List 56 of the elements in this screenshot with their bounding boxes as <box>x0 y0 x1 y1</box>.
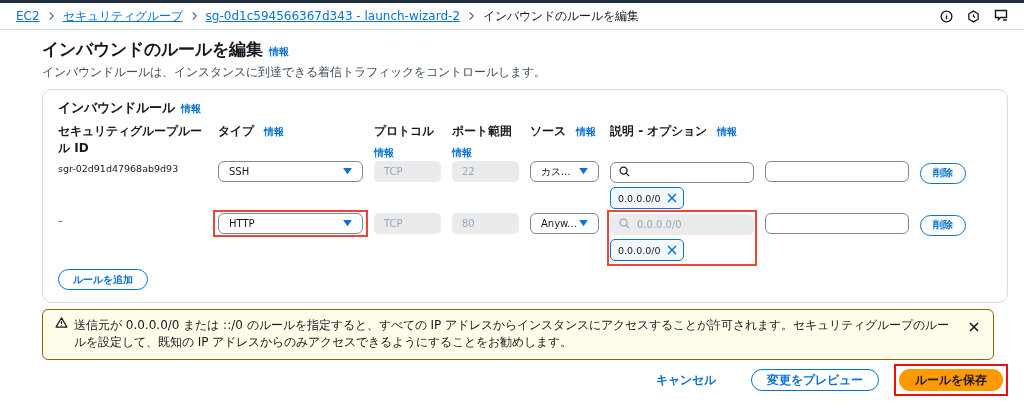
chevron-right-icon <box>47 11 55 21</box>
breadcrumb-current: インバウンドのルールを編集 <box>483 7 640 25</box>
warning-text: 送信元が 0.0.0.0/0 または ::/0 のルールを指定すると、すべての IP アドレスからインスタンスにアクセスすることが許可されます。セキュリティグループのルールを設定して、既知の IP アドレスからのみアクセスできるようにすることをお勧めします。 <box>74 317 951 352</box>
clock-icon[interactable] <box>967 9 980 23</box>
port-field: 22 <box>452 161 519 182</box>
search-icon <box>619 166 630 177</box>
chevron-right-icon <box>468 11 476 21</box>
info-link[interactable]: 情報 <box>269 45 289 59</box>
caret-down-icon <box>579 220 588 227</box>
preview-button[interactable]: 変更をプレビュー <box>751 369 879 392</box>
rule-id: – <box>58 214 64 226</box>
breadcrumb-link[interactable]: sg-0d1c594566367d343 - launch-wizard-2 <box>205 9 461 23</box>
column-header: ソース <box>530 123 566 140</box>
info-icon[interactable] <box>940 9 953 23</box>
protocol-field: TCP <box>374 161 441 182</box>
info-link[interactable]: 情報 <box>576 125 596 139</box>
info-link[interactable]: 情報 <box>374 146 394 160</box>
page-title: インバウンドのルールを編集 <box>42 38 263 61</box>
caret-down-icon <box>343 168 352 175</box>
description-field[interactable] <box>765 213 909 234</box>
column-header: プロトコル <box>374 123 434 140</box>
token-label: 0.0.0.0/0 <box>618 244 661 256</box>
delete-button[interactable]: 削除 <box>920 162 966 184</box>
panel-title: インバウンドルール <box>58 99 175 117</box>
add-rule-button[interactable]: ルールを追加 <box>58 269 148 290</box>
column-header: 説明 - オプション <box>610 123 708 140</box>
type-select[interactable]: HTTP <box>218 213 363 234</box>
feedback-icon[interactable] <box>994 9 1008 23</box>
search-icon <box>619 218 630 229</box>
warning-icon <box>55 317 68 328</box>
close-icon[interactable] <box>969 322 979 332</box>
type-select[interactable]: SSH <box>218 161 363 182</box>
port-field: 80 <box>452 213 519 234</box>
token-label: 0.0.0.0/0 <box>618 192 661 204</box>
source-select[interactable]: カス... <box>530 161 599 182</box>
breadcrumb-link[interactable]: セキュリティグループ <box>62 7 183 25</box>
protocol-field: TCP <box>374 213 441 234</box>
search-field[interactable] <box>610 162 754 183</box>
info-link[interactable]: 情報 <box>264 125 284 139</box>
column-header: ポート範囲 <box>452 123 512 140</box>
cancel-button[interactable]: キャンセル <box>641 369 731 392</box>
column-header: タイプ <box>218 123 254 140</box>
rule-id: sgr-02d91d47968ab9d93 <box>58 162 180 174</box>
column-header: セキュリティグループルール ID <box>58 123 203 157</box>
delete-button[interactable]: 削除 <box>920 214 966 236</box>
info-link[interactable]: 情報 <box>181 102 201 116</box>
info-link[interactable]: 情報 <box>452 146 472 160</box>
breadcrumb-link[interactable]: EC2 <box>16 9 40 23</box>
chevron-right-icon <box>190 11 198 21</box>
description-field[interactable] <box>765 161 909 182</box>
info-link[interactable]: 情報 <box>717 125 738 139</box>
page-description: インバウンドルールは、インスタンスに到達できる着信トラフィックをコントロールします。 <box>42 64 547 81</box>
caret-down-icon <box>579 168 588 175</box>
caret-down-icon <box>343 220 352 227</box>
source-select[interactable]: Anyw... <box>530 213 599 234</box>
save-button[interactable]: ルールを保存 <box>899 369 1003 392</box>
